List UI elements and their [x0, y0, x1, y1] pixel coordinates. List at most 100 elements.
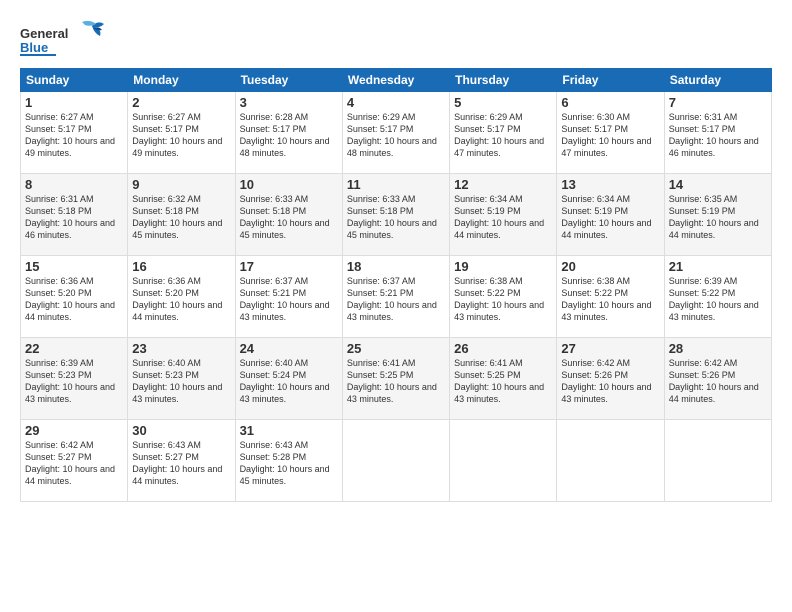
day-number: 25 — [347, 341, 445, 356]
calendar-cell: 21Sunrise: 6:39 AMSunset: 5:22 PMDayligh… — [664, 256, 771, 338]
day-info: Sunrise: 6:32 AMSunset: 5:18 PMDaylight:… — [132, 193, 230, 242]
calendar-cell: 31Sunrise: 6:43 AMSunset: 5:28 PMDayligh… — [235, 420, 342, 502]
day-info: Sunrise: 6:42 AMSunset: 5:26 PMDaylight:… — [561, 357, 659, 406]
calendar-week-row: 15Sunrise: 6:36 AMSunset: 5:20 PMDayligh… — [21, 256, 772, 338]
weekday-header: Sunday — [21, 69, 128, 92]
day-number: 28 — [669, 341, 767, 356]
day-number: 20 — [561, 259, 659, 274]
calendar-week-row: 22Sunrise: 6:39 AMSunset: 5:23 PMDayligh… — [21, 338, 772, 420]
calendar-cell: 1Sunrise: 6:27 AMSunset: 5:17 PMDaylight… — [21, 92, 128, 174]
day-info: Sunrise: 6:41 AMSunset: 5:25 PMDaylight:… — [347, 357, 445, 406]
day-info: Sunrise: 6:34 AMSunset: 5:19 PMDaylight:… — [561, 193, 659, 242]
day-info: Sunrise: 6:29 AMSunset: 5:17 PMDaylight:… — [347, 111, 445, 160]
day-number: 22 — [25, 341, 123, 356]
calendar-cell: 22Sunrise: 6:39 AMSunset: 5:23 PMDayligh… — [21, 338, 128, 420]
calendar-cell: 30Sunrise: 6:43 AMSunset: 5:27 PMDayligh… — [128, 420, 235, 502]
day-number: 6 — [561, 95, 659, 110]
day-info: Sunrise: 6:35 AMSunset: 5:19 PMDaylight:… — [669, 193, 767, 242]
calendar-cell: 18Sunrise: 6:37 AMSunset: 5:21 PMDayligh… — [342, 256, 449, 338]
calendar-cell — [557, 420, 664, 502]
weekday-header: Saturday — [664, 69, 771, 92]
calendar-week-row: 29Sunrise: 6:42 AMSunset: 5:27 PMDayligh… — [21, 420, 772, 502]
calendar-cell: 29Sunrise: 6:42 AMSunset: 5:27 PMDayligh… — [21, 420, 128, 502]
day-number: 31 — [240, 423, 338, 438]
calendar-cell: 14Sunrise: 6:35 AMSunset: 5:19 PMDayligh… — [664, 174, 771, 256]
calendar-cell: 23Sunrise: 6:40 AMSunset: 5:23 PMDayligh… — [128, 338, 235, 420]
calendar-cell: 20Sunrise: 6:38 AMSunset: 5:22 PMDayligh… — [557, 256, 664, 338]
day-info: Sunrise: 6:39 AMSunset: 5:22 PMDaylight:… — [669, 275, 767, 324]
day-info: Sunrise: 6:39 AMSunset: 5:23 PMDaylight:… — [25, 357, 123, 406]
day-number: 21 — [669, 259, 767, 274]
day-info: Sunrise: 6:40 AMSunset: 5:23 PMDaylight:… — [132, 357, 230, 406]
day-info: Sunrise: 6:38 AMSunset: 5:22 PMDaylight:… — [454, 275, 552, 324]
calendar-cell: 16Sunrise: 6:36 AMSunset: 5:20 PMDayligh… — [128, 256, 235, 338]
day-number: 30 — [132, 423, 230, 438]
day-number: 1 — [25, 95, 123, 110]
day-info: Sunrise: 6:34 AMSunset: 5:19 PMDaylight:… — [454, 193, 552, 242]
calendar-cell: 7Sunrise: 6:31 AMSunset: 5:17 PMDaylight… — [664, 92, 771, 174]
day-number: 26 — [454, 341, 552, 356]
calendar-cell: 8Sunrise: 6:31 AMSunset: 5:18 PMDaylight… — [21, 174, 128, 256]
calendar-cell: 12Sunrise: 6:34 AMSunset: 5:19 PMDayligh… — [450, 174, 557, 256]
weekday-header: Tuesday — [235, 69, 342, 92]
day-info: Sunrise: 6:43 AMSunset: 5:27 PMDaylight:… — [132, 439, 230, 488]
day-number: 5 — [454, 95, 552, 110]
day-number: 3 — [240, 95, 338, 110]
day-number: 24 — [240, 341, 338, 356]
day-number: 8 — [25, 177, 123, 192]
weekday-header: Monday — [128, 69, 235, 92]
day-info: Sunrise: 6:30 AMSunset: 5:17 PMDaylight:… — [561, 111, 659, 160]
weekday-header: Wednesday — [342, 69, 449, 92]
calendar-table: SundayMondayTuesdayWednesdayThursdayFrid… — [20, 68, 772, 502]
day-number: 14 — [669, 177, 767, 192]
day-info: Sunrise: 6:27 AMSunset: 5:17 PMDaylight:… — [25, 111, 123, 160]
day-info: Sunrise: 6:31 AMSunset: 5:17 PMDaylight:… — [669, 111, 767, 160]
day-info: Sunrise: 6:43 AMSunset: 5:28 PMDaylight:… — [240, 439, 338, 488]
calendar-cell: 10Sunrise: 6:33 AMSunset: 5:18 PMDayligh… — [235, 174, 342, 256]
day-number: 13 — [561, 177, 659, 192]
day-info: Sunrise: 6:38 AMSunset: 5:22 PMDaylight:… — [561, 275, 659, 324]
calendar-cell: 13Sunrise: 6:34 AMSunset: 5:19 PMDayligh… — [557, 174, 664, 256]
logo-svg: General Blue — [20, 18, 110, 60]
day-info: Sunrise: 6:40 AMSunset: 5:24 PMDaylight:… — [240, 357, 338, 406]
day-info: Sunrise: 6:28 AMSunset: 5:17 PMDaylight:… — [240, 111, 338, 160]
svg-text:General: General — [20, 26, 68, 41]
day-info: Sunrise: 6:37 AMSunset: 5:21 PMDaylight:… — [240, 275, 338, 324]
calendar-cell: 27Sunrise: 6:42 AMSunset: 5:26 PMDayligh… — [557, 338, 664, 420]
calendar-cell: 3Sunrise: 6:28 AMSunset: 5:17 PMDaylight… — [235, 92, 342, 174]
day-number: 10 — [240, 177, 338, 192]
day-info: Sunrise: 6:33 AMSunset: 5:18 PMDaylight:… — [347, 193, 445, 242]
calendar-cell: 11Sunrise: 6:33 AMSunset: 5:18 PMDayligh… — [342, 174, 449, 256]
calendar-cell: 6Sunrise: 6:30 AMSunset: 5:17 PMDaylight… — [557, 92, 664, 174]
day-info: Sunrise: 6:42 AMSunset: 5:27 PMDaylight:… — [25, 439, 123, 488]
day-number: 18 — [347, 259, 445, 274]
calendar-cell: 19Sunrise: 6:38 AMSunset: 5:22 PMDayligh… — [450, 256, 557, 338]
day-info: Sunrise: 6:29 AMSunset: 5:17 PMDaylight:… — [454, 111, 552, 160]
page: General Blue SundayMondayTuesdayWednesda… — [0, 0, 792, 612]
calendar-cell — [450, 420, 557, 502]
day-number: 12 — [454, 177, 552, 192]
day-number: 2 — [132, 95, 230, 110]
day-info: Sunrise: 6:36 AMSunset: 5:20 PMDaylight:… — [25, 275, 123, 324]
calendar-cell: 9Sunrise: 6:32 AMSunset: 5:18 PMDaylight… — [128, 174, 235, 256]
day-number: 29 — [25, 423, 123, 438]
logo: General Blue — [20, 18, 110, 60]
calendar-cell: 4Sunrise: 6:29 AMSunset: 5:17 PMDaylight… — [342, 92, 449, 174]
calendar-cell: 26Sunrise: 6:41 AMSunset: 5:25 PMDayligh… — [450, 338, 557, 420]
calendar-cell: 17Sunrise: 6:37 AMSunset: 5:21 PMDayligh… — [235, 256, 342, 338]
day-info: Sunrise: 6:36 AMSunset: 5:20 PMDaylight:… — [132, 275, 230, 324]
day-number: 11 — [347, 177, 445, 192]
calendar-cell: 28Sunrise: 6:42 AMSunset: 5:26 PMDayligh… — [664, 338, 771, 420]
calendar-cell — [664, 420, 771, 502]
day-number: 15 — [25, 259, 123, 274]
day-number: 7 — [669, 95, 767, 110]
day-info: Sunrise: 6:41 AMSunset: 5:25 PMDaylight:… — [454, 357, 552, 406]
calendar-week-row: 8Sunrise: 6:31 AMSunset: 5:18 PMDaylight… — [21, 174, 772, 256]
day-info: Sunrise: 6:37 AMSunset: 5:21 PMDaylight:… — [347, 275, 445, 324]
day-info: Sunrise: 6:33 AMSunset: 5:18 PMDaylight:… — [240, 193, 338, 242]
day-number: 23 — [132, 341, 230, 356]
day-info: Sunrise: 6:27 AMSunset: 5:17 PMDaylight:… — [132, 111, 230, 160]
day-number: 19 — [454, 259, 552, 274]
calendar-cell: 25Sunrise: 6:41 AMSunset: 5:25 PMDayligh… — [342, 338, 449, 420]
calendar-cell: 5Sunrise: 6:29 AMSunset: 5:17 PMDaylight… — [450, 92, 557, 174]
